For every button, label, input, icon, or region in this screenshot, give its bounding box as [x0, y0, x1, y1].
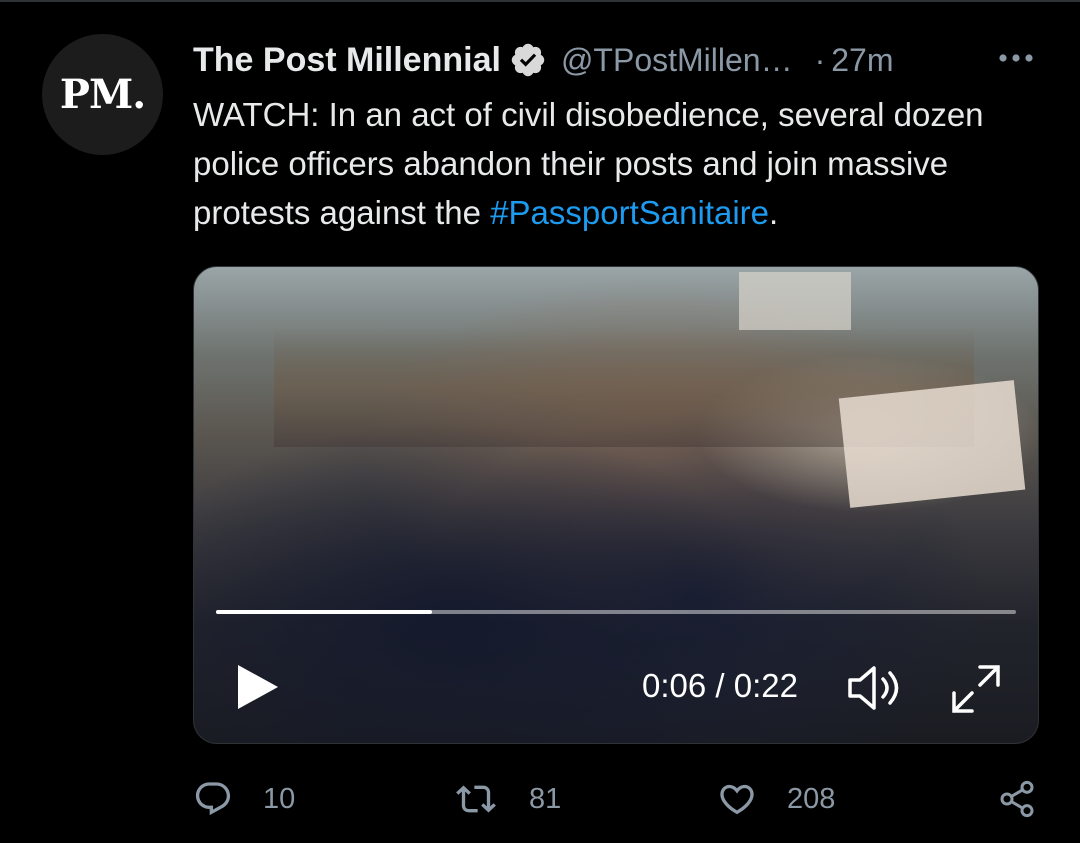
reply-icon [195, 782, 231, 816]
divider [0, 0, 1080, 2]
share-button[interactable] [997, 776, 1037, 822]
handle[interactable]: @TPostMillen… [561, 42, 793, 79]
reply-button[interactable]: 10 [193, 776, 295, 822]
tweet-header: The Post Millennial @TPostMillen… · 27m [193, 38, 893, 82]
video-player[interactable]: 0:06 / 0:22 [193, 266, 1039, 744]
tweet-text: WATCH: In an act of civil disobedience, … [193, 90, 1033, 237]
volume-icon[interactable] [846, 663, 908, 713]
avatar[interactable]: PM. [42, 34, 163, 155]
video-timecode: 0:06 / 0:22 [642, 667, 798, 704]
verified-icon [511, 43, 545, 77]
video-protest-sign [838, 380, 1026, 508]
like-button[interactable]: 208 [717, 776, 835, 822]
separator: · [814, 41, 826, 78]
hashtag-link[interactable]: #PassportSanitaire [490, 194, 769, 231]
avatar-text: PM. [59, 71, 146, 118]
share-icon [1000, 780, 1034, 818]
more-icon[interactable] [996, 46, 1036, 70]
fullscreen-icon[interactable] [950, 663, 1002, 715]
play-icon[interactable] [232, 661, 282, 713]
like-count: 208 [787, 782, 836, 815]
video-progress-fill [216, 610, 432, 614]
tweet: PM. The Post Millennial @TPostMillen… · … [0, 0, 1080, 843]
like-icon [720, 784, 754, 815]
tweet-text-end: . [769, 194, 779, 231]
tweet-actions: 10 81 208 [193, 776, 1039, 822]
retweet-count: 81 [529, 782, 562, 815]
retweet-button[interactable]: 81 [453, 776, 561, 822]
video-banner [739, 272, 851, 330]
timestamp[interactable]: 27m [831, 42, 893, 79]
reply-count: 10 [263, 782, 296, 815]
video-progress-bar[interactable] [216, 610, 1016, 614]
retweet-icon [456, 785, 496, 813]
display-name[interactable]: The Post Millennial [193, 41, 501, 80]
